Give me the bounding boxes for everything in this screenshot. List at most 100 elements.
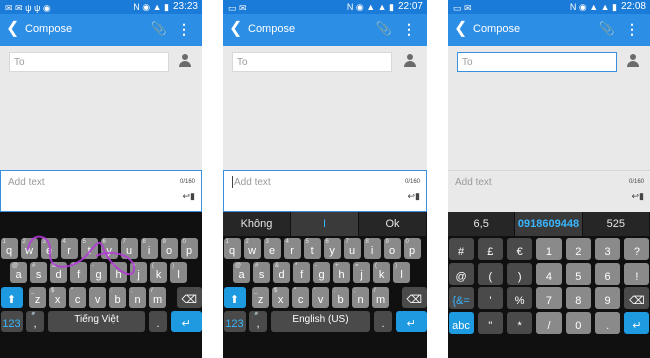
key-t[interactable]: 5t (303, 238, 321, 259)
num-key[interactable]: 3 (595, 238, 621, 260)
send-icon[interactable]: ↩▮ (183, 191, 196, 202)
num-key[interactable]: 4 (536, 262, 562, 285)
key-s[interactable]: # s (30, 262, 48, 284)
back-arrow-icon[interactable]: ❮ (229, 19, 242, 39)
num-key[interactable]: 6 (595, 262, 621, 285)
suggestion-right[interactable]: 525 (583, 212, 650, 236)
attach-icon[interactable]: 📎 (376, 21, 392, 37)
key-v[interactable]: ' v (312, 286, 330, 308)
num-key[interactable]: € (507, 238, 533, 260)
num-key[interactable]: . (595, 311, 621, 334)
enter-key[interactable]: ↵ (171, 311, 202, 333)
key-j[interactable]: = j (353, 262, 371, 284)
key-j[interactable]: = j (130, 262, 148, 284)
symbols-key[interactable]: 123 (0, 311, 23, 333)
key-f[interactable]: * f (293, 262, 311, 284)
suggestion-right[interactable]: Ok (359, 212, 427, 236)
num-key[interactable]: abc (448, 311, 474, 334)
back-arrow-icon[interactable]: ❮ (6, 19, 19, 39)
send-icon[interactable]: ↩▮ (632, 191, 645, 202)
key-u[interactable]: 7u (343, 238, 361, 259)
key-p[interactable]: 0p (180, 238, 198, 259)
num-key[interactable]: 2 (565, 238, 591, 260)
key-x[interactable]: $ x (49, 286, 67, 308)
num-key[interactable]: ? (624, 238, 650, 260)
space-bar[interactable]: English (US) (271, 311, 370, 333)
num-key[interactable]: ) (507, 262, 533, 285)
recipient-field[interactable]: To (457, 52, 617, 72)
shift-key[interactable]: ⬆ (0, 286, 23, 308)
num-key[interactable]: @ (448, 262, 474, 285)
recipient-field[interactable]: To (232, 52, 392, 72)
key-a[interactable]: @ a (10, 262, 28, 284)
key-g[interactable]: -g (313, 262, 331, 284)
key-r[interactable]: 4r (283, 238, 301, 259)
suggestion-middle[interactable]: I (291, 212, 359, 236)
key-h[interactable]: + h (110, 262, 128, 284)
symbols-key[interactable]: 123 (223, 311, 246, 333)
backspace-key[interactable]: ⌫ (402, 286, 427, 308)
overflow-menu-icon[interactable]: ⋮ (402, 19, 416, 39)
shift-key[interactable]: ⬆ (223, 286, 246, 308)
key-y[interactable]: 6y (323, 238, 341, 259)
key-i[interactable]: 8i (140, 238, 158, 259)
key-e[interactable]: 3e (263, 238, 281, 259)
num-key[interactable]: ! (624, 262, 650, 285)
key-y[interactable]: 6y (100, 238, 118, 259)
contact-picker-icon[interactable] (627, 54, 639, 68)
num-key[interactable]: " (477, 311, 503, 334)
key-x[interactable]: $ x (272, 286, 290, 308)
key-c[interactable]: " c (69, 286, 87, 308)
key-m[interactable]: / m (372, 286, 390, 308)
key-q[interactable]: 1q (223, 238, 241, 259)
key-d[interactable]: & d (50, 262, 68, 284)
key-v[interactable]: ' v (89, 286, 107, 308)
period-key[interactable]: . (149, 311, 167, 333)
num-key[interactable]: ( (477, 262, 503, 285)
num-key[interactable]: 5 (565, 262, 591, 285)
key-z[interactable]: _ z (252, 286, 270, 308)
num-key[interactable]: 0 (565, 311, 591, 334)
key-n[interactable]: ; n (352, 286, 370, 308)
num-key[interactable]: ↵ (624, 311, 650, 334)
suggestion-middle[interactable]: 0918609448 (515, 212, 583, 236)
key-w[interactable]: 2w (243, 238, 261, 259)
num-key[interactable]: 8 (565, 287, 591, 310)
key-c[interactable]: " c (292, 286, 310, 308)
suggestion-left[interactable]: 6,5 (448, 212, 516, 236)
space-bar[interactable]: Tiếng Việt (48, 311, 145, 333)
comma-key[interactable]: 🎤, (249, 311, 267, 333)
key-i[interactable]: 8i (363, 238, 381, 259)
key-s[interactable]: # s (253, 262, 271, 284)
send-icon[interactable]: ↩▮ (408, 191, 421, 202)
attach-icon[interactable]: 📎 (599, 21, 615, 37)
message-field[interactable]: Add text 0/160 ↩▮ (0, 170, 202, 212)
enter-key[interactable]: ↵ (396, 311, 427, 333)
key-r[interactable]: 4r (60, 238, 78, 259)
suggestion-left[interactable]: Không (223, 212, 291, 236)
overflow-menu-icon[interactable]: ⋮ (625, 19, 639, 39)
key-w[interactable]: 2w (20, 238, 38, 259)
key-e[interactable]: 3e (40, 238, 58, 259)
contact-picker-icon[interactable] (404, 54, 416, 68)
num-key[interactable]: * (507, 311, 533, 334)
key-m[interactable]: / m (149, 286, 167, 308)
overflow-menu-icon[interactable]: ⋮ (177, 19, 191, 39)
num-key[interactable]: {&= (448, 287, 474, 310)
key-b[interactable]: :b (332, 286, 350, 308)
attach-icon[interactable]: 📎 (151, 21, 167, 37)
key-z[interactable]: _ z (29, 286, 47, 308)
key-g[interactable]: -g (90, 262, 108, 284)
key-t[interactable]: 5t (80, 238, 98, 259)
key-k[interactable]: (k (373, 262, 391, 284)
key-u[interactable]: 7u (120, 238, 138, 259)
key-h[interactable]: + h (333, 262, 351, 284)
num-key[interactable]: # (448, 238, 474, 260)
key-p[interactable]: 0p (403, 238, 421, 259)
num-key[interactable]: £ (477, 238, 503, 260)
key-f[interactable]: * f (70, 262, 88, 284)
key-l[interactable]: ) l (170, 262, 188, 284)
backspace-key[interactable]: ⌫ (177, 286, 202, 308)
period-key[interactable]: . (374, 311, 392, 333)
num-key[interactable]: / (536, 311, 562, 334)
